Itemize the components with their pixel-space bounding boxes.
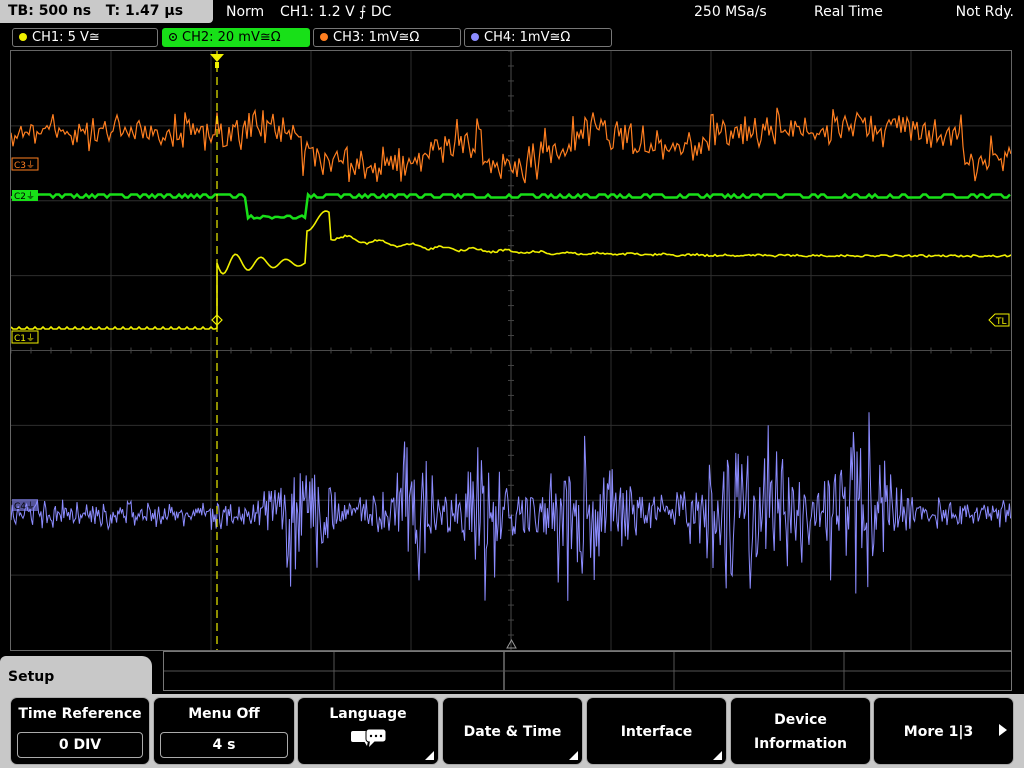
ch2-dot-icon [169,33,177,41]
ch3-ground-marker[interactable]: C3⏚ [11,157,39,171]
device-information-label: Device [774,712,827,728]
acquisition-status: Not Rdy. [955,4,1014,20]
timebase-readout[interactable]: TB: 500 ns T: 1.47 µs [0,0,213,23]
device-information-label2: Information [754,736,847,752]
ch2-ground-marker[interactable]: C2⏚ [12,190,38,202]
trigger-level-label: TL [995,317,1007,327]
more-label: More 1|3 [903,724,974,740]
arrow-right-icon [999,724,1007,736]
language-label: Language [329,706,407,722]
date-time-label: Date & Time [463,724,562,740]
ch2-label: CH2: 20 mV≅Ω [182,30,281,45]
ch1-ground-marker[interactable]: C1⏚ [11,330,39,344]
trigger-marker-stem [215,62,219,68]
date-time-button[interactable]: Date & Time [442,697,583,765]
channel-tab-ch3[interactable]: CH3: 1mV≅Ω [313,28,461,47]
submenu-corner-icon [713,751,722,760]
menu-off-value[interactable]: 4 s [160,732,288,758]
interface-button[interactable]: Interface [586,697,727,765]
sample-rate: 250 MSa/s [694,4,767,20]
channel-tab-ch1[interactable]: CH1: 5 V≅ [12,28,158,47]
grid [11,51,1011,650]
trigger-mode[interactable]: Norm [226,3,264,21]
menu-title-tab: Setup [0,656,152,696]
c4-marker-label: C4⏚ [14,501,35,512]
status-bar: TB: 500 ns T: 1.47 µs Norm CH1: 1.2 V ⨍ … [0,0,1024,26]
submenu-corner-icon [569,751,578,760]
ch4-dot-icon [471,33,479,41]
acquisition-mode: Real Time [814,4,883,20]
waveform-display[interactable]: C3⏚ C2⏚ C1⏚ C4⏚ TL [10,50,1012,651]
menu-off-label: Menu Off [188,706,260,722]
channel-tab-ch4[interactable]: CH4: 1mV≅Ω [464,28,612,47]
ch3-dot-icon [320,33,328,41]
ch1-dot-icon [19,33,27,41]
ch3-label: CH3: 1mV≅Ω [333,30,420,45]
submenu-corner-icon [425,751,434,760]
waveform-canvas: C3⏚ C2⏚ C1⏚ C4⏚ TL [11,51,1011,650]
menu-title: Setup [8,669,55,685]
c1-marker-label: C1⏚ [14,333,35,344]
interface-label: Interface [620,724,693,740]
zoom-strip [163,651,1012,691]
time-reference-label: Time Reference [18,706,142,722]
menu-off-button[interactable]: Menu Off 4 s [153,697,295,765]
language-button[interactable]: Language [297,697,439,765]
time-reference-button[interactable]: Time Reference 0 DIV [10,697,150,765]
channel-tab-ch2[interactable]: CH2: 20 mV≅Ω [162,28,310,47]
ch1-label: CH1: 5 V≅ [32,30,100,45]
trigger-level-marker[interactable]: TL [988,313,1010,327]
trigger-time-value: T: 1.47 µs [105,3,184,19]
c2-marker-label: C2⏚ [14,191,35,202]
zoom-strip-grid [164,652,1011,690]
c3-marker-label: C3⏚ [14,160,35,171]
ch4-ground-marker[interactable]: C4⏚ [12,499,38,512]
trigger-position-marker-icon[interactable] [210,54,224,62]
time-reference-value[interactable]: 0 DIV [17,732,143,758]
device-information-button[interactable]: Device Information [730,697,871,765]
ch4-label: CH4: 1mV≅Ω [484,30,571,45]
timebase-value: TB: 500 ns [8,3,92,19]
trigger-info[interactable]: CH1: 1.2 V ⨍ DC [280,3,391,21]
more-button[interactable]: More 1|3 [873,697,1014,765]
speech-bubbles-icon [351,728,387,747]
